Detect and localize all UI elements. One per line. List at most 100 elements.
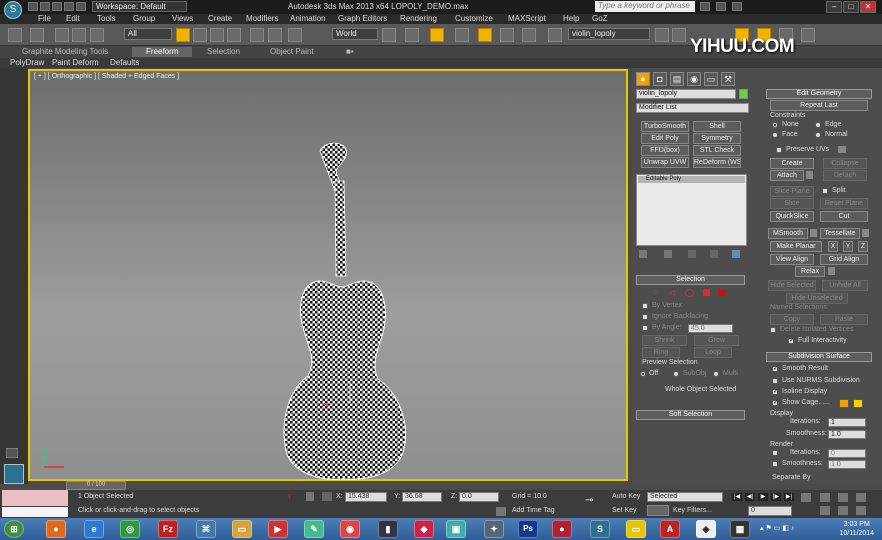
select-move-icon[interactable] [250,28,264,42]
menu-goz[interactable]: GoZ [592,14,608,23]
select-object-icon[interactable] [176,28,190,42]
edit-poly-button[interactable]: Edit Poly [641,133,689,144]
planar-y-button[interactable]: Y [843,241,853,252]
key-mode-toggle-icon[interactable] [647,505,669,516]
grid-align-button[interactable]: Grid Align [820,254,868,265]
edge-mode-icon[interactable]: ◁ [669,289,677,297]
stack-item-editable-poly[interactable]: Editable Poly [638,176,745,183]
violin-mesh[interactable] [280,141,420,481]
menu-customize[interactable]: Customize [455,14,493,23]
make-planar-button[interactable]: Make Planar [770,241,822,252]
preserve-uvs-checkbox[interactable] [776,147,782,153]
object-name-field[interactable]: violin_lopoly [636,89,736,99]
grow-button[interactable]: Grow [694,335,739,346]
menu-tools[interactable]: Tools [97,14,116,23]
y-coordinate-field[interactable]: 36.68 [402,492,442,502]
selection-lock-icon[interactable] [306,492,314,501]
start-button-icon[interactable]: ⊞ [4,520,24,538]
cage-color-swatch[interactable] [839,399,849,408]
terminal-icon[interactable]: ▮ [378,520,398,538]
ffd-box-button[interactable]: FFD(box) [641,145,689,156]
detach-button[interactable]: Detach [823,170,867,181]
modifier-list-dropdown[interactable]: Modifier List [636,103,749,113]
quickslice-button[interactable]: QuickSlice [770,211,814,222]
z-coordinate-field[interactable]: 0.0 [459,492,499,502]
shrink-button[interactable]: Shrink [642,335,687,346]
repeat-last-button[interactable]: Repeat Last [770,100,868,111]
msmooth-button[interactable]: MSmooth [768,228,808,239]
panel-paint-deform[interactable]: Paint Deform [52,58,99,67]
network-app-icon[interactable]: ⌘ [196,520,216,538]
isolate-selection-icon[interactable]: ♀ [286,492,294,501]
key-icon[interactable]: ⊸ [585,496,603,506]
character-app-icon[interactable]: ✦ [484,520,504,538]
render-iterations-checkbox[interactable] [772,450,778,456]
soft-selection-rollout-header[interactable]: Soft Selection [636,410,745,420]
auto-key-button[interactable]: Auto Key [612,493,640,500]
maxscript-input[interactable] [2,507,68,517]
menu-create[interactable]: Create [208,14,232,23]
tab-selection[interactable]: Selection [207,47,240,56]
slice-plane-button[interactable]: Slice Plane [770,186,814,197]
hierarchy-tab-icon[interactable]: ▤ [670,72,684,86]
maxscript-mini-listener[interactable] [2,490,68,506]
ribbon-options-icon[interactable]: ■▪ [346,47,354,56]
hide-unselected-button[interactable]: Hide Unselected [786,293,848,304]
modify-tab-icon[interactable]: ◘ [653,72,667,86]
border-mode-icon[interactable]: ◯ [685,289,694,297]
rect-selection-icon[interactable] [210,28,224,42]
tab-graphite-modeling-tools[interactable]: Graphite Modeling Tools [22,47,108,56]
undo-icon[interactable] [64,2,74,11]
maxscript-listener-icon[interactable] [4,464,24,484]
window-crossing-icon[interactable] [227,28,241,42]
folder-icon[interactable]: ▭ [626,520,646,538]
selection-filter-dropdown[interactable]: All [124,28,172,40]
angle-snap-icon[interactable] [478,28,492,42]
menu-modifiers[interactable]: Modifiers [246,14,278,23]
planar-z-button[interactable]: Z [858,241,868,252]
isoline-display-checkbox[interactable] [772,387,779,395]
panel-defaults[interactable]: Defaults [110,58,139,67]
tessellate-button[interactable]: Tessellate [820,228,860,239]
menu-graph-editors[interactable]: Graph Editors [338,14,387,23]
unwrap-uvw-button[interactable]: Unwrap UVW [641,157,689,168]
redo-icon[interactable] [76,2,86,11]
constraint-none-radio[interactable] [772,122,778,128]
screen-recorder-icon[interactable]: ◉ [340,520,360,538]
reset-plane-button[interactable]: Reset Plane [820,198,868,209]
bind-spacewarp-icon[interactable] [90,28,104,42]
by-angle-checkbox[interactable] [642,325,648,331]
named-selection-dropdown[interactable]: violin_lopoly [568,28,650,40]
render-production-icon[interactable] [801,28,815,42]
viewport-label[interactable]: [ + ] [ Orthographic ] [ Shaded + Edged … [34,73,179,80]
paste-button[interactable]: Paste [820,314,868,325]
zoom-all-icon[interactable] [838,493,848,502]
object-color-swatch[interactable] [739,89,748,99]
misc-app-icon[interactable]: ◈ [696,520,716,538]
undo-icon[interactable] [8,28,22,42]
attach-button[interactable]: Attach [770,170,804,181]
open-icon[interactable] [40,2,50,11]
panel-polydraw[interactable]: PolyDraw [10,58,44,67]
display-iterations-spinner[interactable]: 1 [828,418,866,427]
3dsmax-taskbar-icon[interactable]: S [590,520,610,538]
menu-animation[interactable]: Animation [290,14,326,23]
minimize-button[interactable]: – [826,1,842,13]
create-button[interactable]: Create [770,158,814,169]
set-key-button[interactable]: Set Key [612,507,637,514]
symmetry-button[interactable]: Symmetry [693,133,741,144]
paint-app-icon[interactable]: ✎ [304,520,324,538]
hide-selected-button[interactable]: Hide Selected [768,280,816,291]
utilities-tab-icon[interactable]: ⚒ [721,72,735,86]
view-align-button[interactable]: View Align [770,254,814,265]
zoom-extents-icon[interactable] [856,493,866,502]
ignore-backfacing-checkbox[interactable] [642,314,648,320]
app-icon[interactable]: ● [552,520,572,538]
select-manipulate-icon[interactable] [405,28,419,42]
loop-button[interactable]: Loop [694,347,732,358]
workspace-dropdown[interactable]: Workspace: Default [92,1,187,12]
perspective-viewport[interactable]: [ + ] [ Orthographic ] [ Shaded + Edged … [28,69,628,481]
menu-help[interactable]: Help [563,14,579,23]
snaps-toggle-icon[interactable] [455,28,469,42]
relax-settings-icon[interactable] [828,267,835,275]
